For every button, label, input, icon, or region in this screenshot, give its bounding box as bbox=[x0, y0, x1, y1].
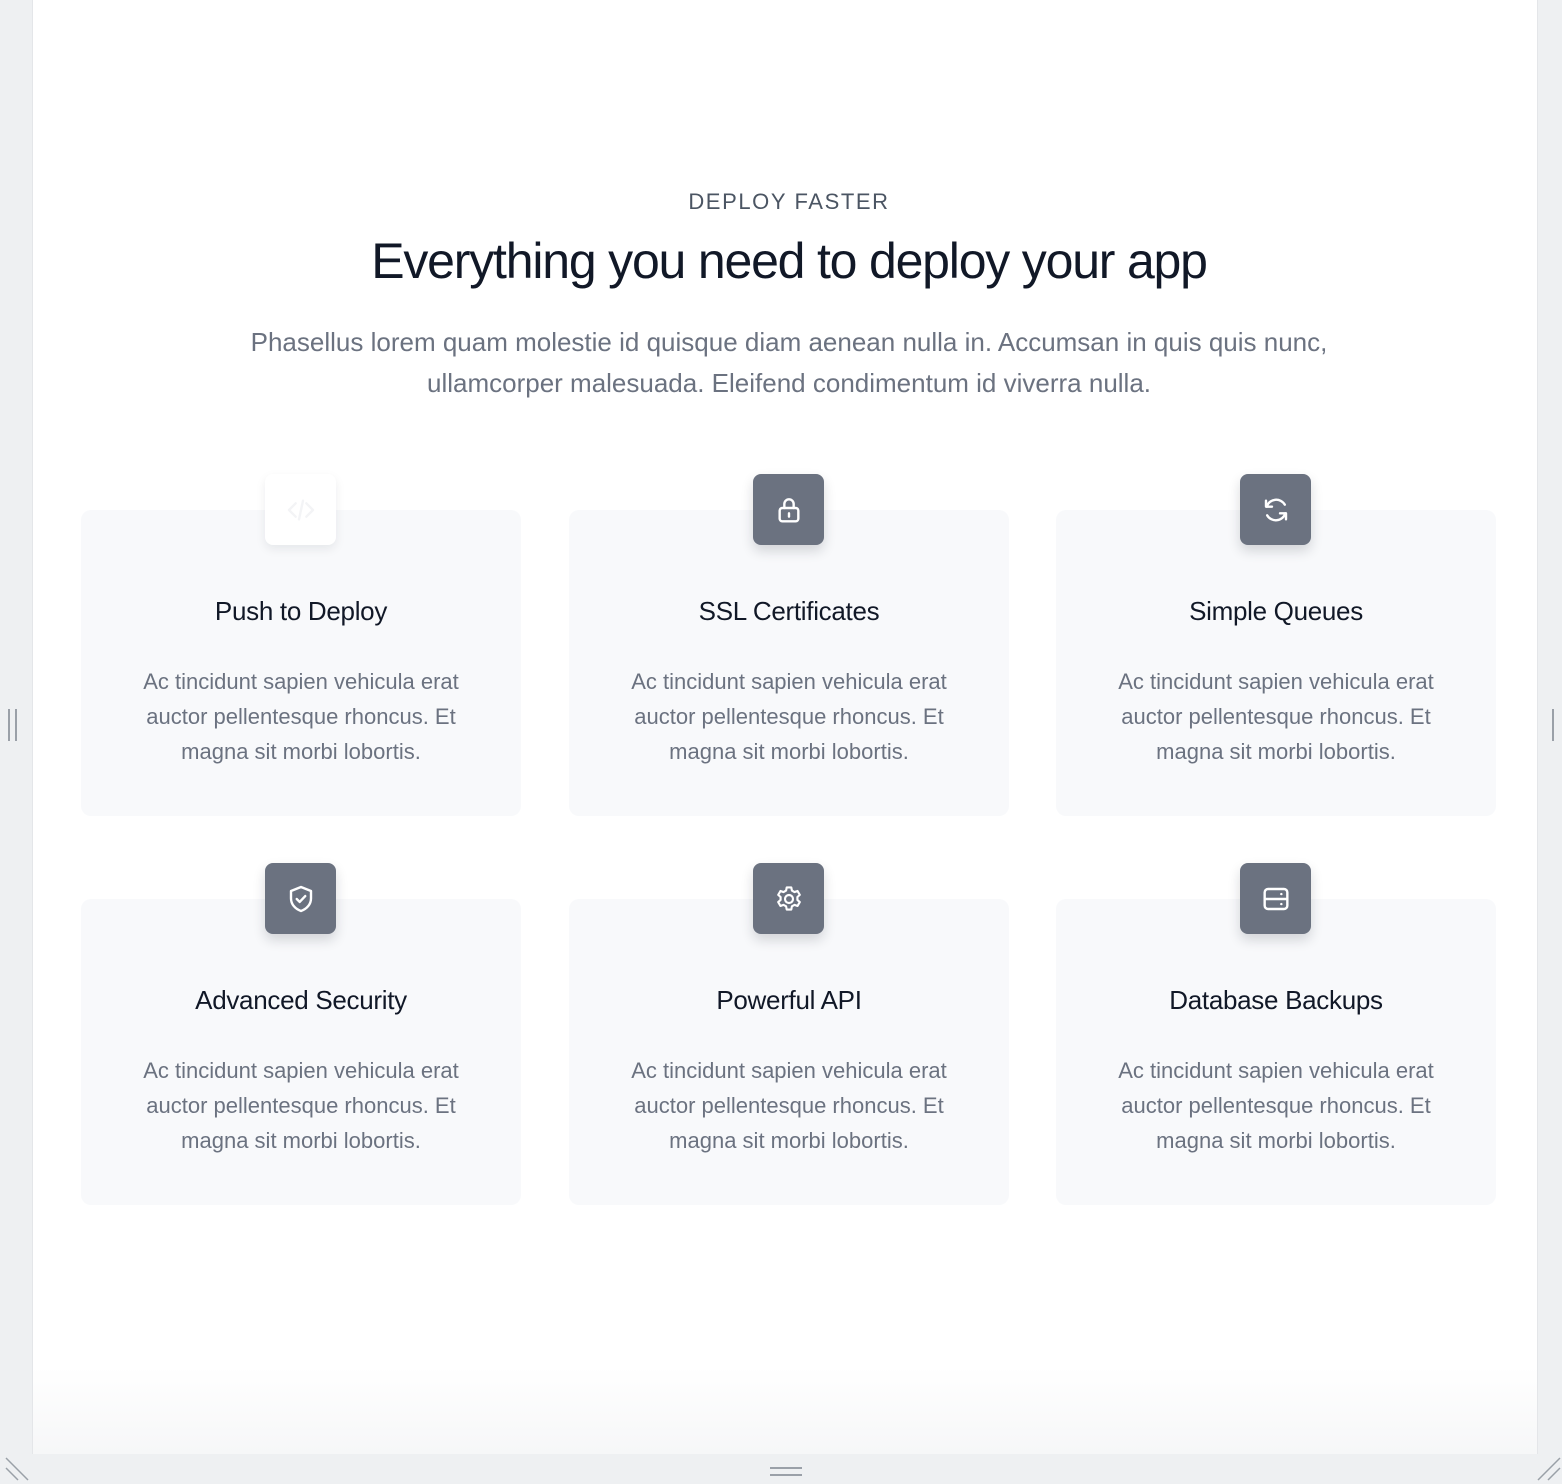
feature-description: Ac tincidunt sapien vehicula erat auctor… bbox=[1118, 669, 1434, 764]
code-icon bbox=[265, 474, 336, 545]
feature-title: Push to Deploy bbox=[214, 596, 388, 626]
feature-description: Ac tincidunt sapien vehicula erat auctor… bbox=[143, 1058, 459, 1153]
resize-handle-left[interactable] bbox=[6, 709, 20, 741]
feature-title: Powerful API bbox=[716, 985, 862, 1015]
resize-handle-right[interactable] bbox=[1548, 709, 1562, 741]
feature-description: Ac tincidunt sapien vehicula erat auctor… bbox=[1118, 1058, 1434, 1153]
shield-check-icon bbox=[265, 863, 336, 934]
section-eyebrow: DEPLOY FASTER bbox=[688, 189, 890, 214]
feature-card-advanced-security: Advanced Security Ac tincidunt sapien ve… bbox=[81, 863, 521, 1205]
feature-card-simple-queues: Simple Queues Ac tincidunt sapien vehicu… bbox=[1056, 474, 1496, 816]
feature-title: Simple Queues bbox=[1189, 596, 1363, 626]
feature-title: SSL Certificates bbox=[698, 596, 880, 626]
resize-corner-bottom-right[interactable] bbox=[1536, 1456, 1562, 1482]
feature-title: Database Backups bbox=[1169, 985, 1383, 1015]
feature-card-powerful-api: Powerful API Ac tincidunt sapien vehicul… bbox=[569, 863, 1009, 1205]
feature-card-database-backups: Database Backups Ac tincidunt sapien veh… bbox=[1056, 863, 1496, 1205]
feature-description: Ac tincidunt sapien vehicula erat auctor… bbox=[631, 669, 947, 764]
feature-card-push-to-deploy: Push to Deploy Ac tincidunt sapien vehic… bbox=[81, 474, 521, 816]
refresh-icon bbox=[1240, 474, 1311, 545]
lock-icon bbox=[753, 474, 824, 545]
feature-title: Advanced Security bbox=[195, 985, 407, 1015]
server-icon bbox=[1240, 863, 1311, 934]
preview-frame: DEPLOY FASTER Everything you need to dep… bbox=[0, 0, 1562, 1484]
feature-description: Ac tincidunt sapien vehicula erat auctor… bbox=[143, 669, 459, 764]
section-lead: Phasellus lorem quam molestie id quisque… bbox=[250, 327, 1328, 398]
resize-handle-bottom[interactable] bbox=[770, 1466, 802, 1478]
resize-corner-bottom-left[interactable] bbox=[4, 1456, 30, 1482]
cog-icon bbox=[753, 863, 824, 934]
section-headline: Everything you need to deploy your app bbox=[371, 233, 1208, 289]
feature-description: Ac tincidunt sapien vehicula erat auctor… bbox=[631, 1058, 947, 1153]
feature-card-ssl-certificates: SSL Certificates Ac tincidunt sapien veh… bbox=[569, 474, 1009, 816]
page-canvas: DEPLOY FASTER Everything you need to dep… bbox=[32, 0, 1538, 1454]
